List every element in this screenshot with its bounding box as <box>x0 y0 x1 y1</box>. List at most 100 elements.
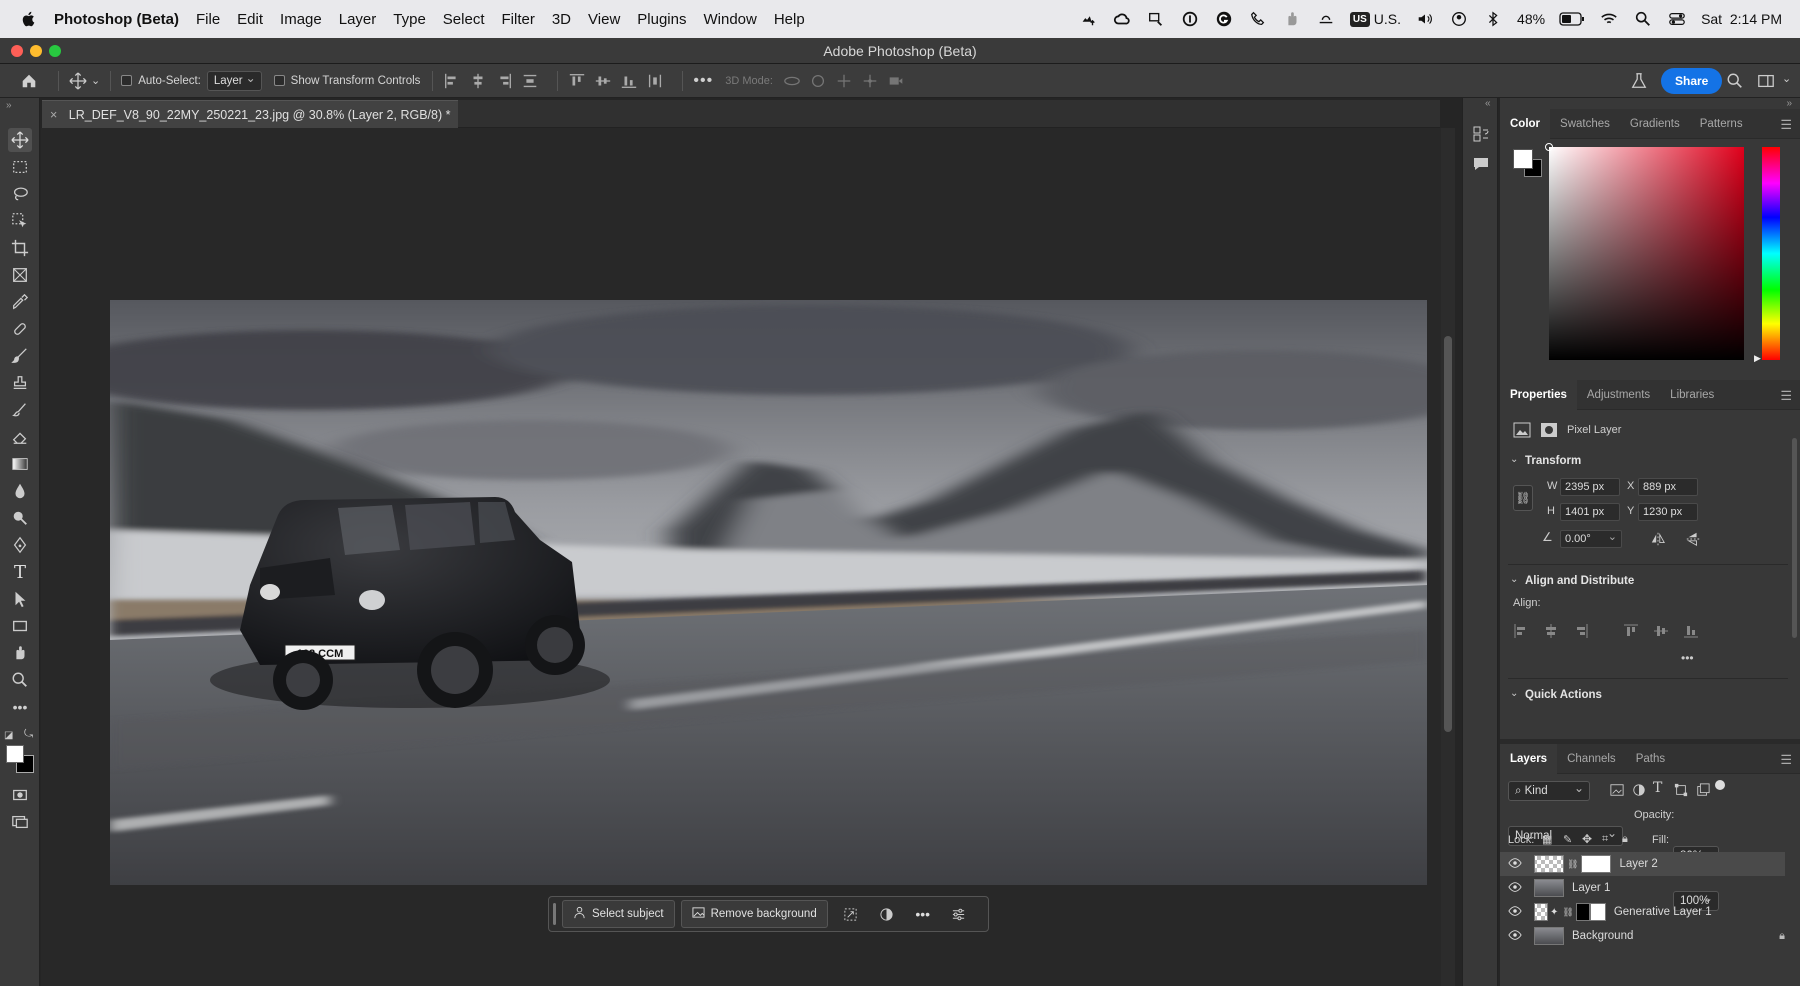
angle-chevron-icon[interactable]: ⌄ <box>1608 529 1617 545</box>
visibility-eye-icon[interactable] <box>1508 880 1524 897</box>
transform-section-title[interactable]: Transform <box>1525 455 1581 467</box>
filter-adjustment-icon[interactable] <box>1632 783 1646 800</box>
input-source-menu[interactable]: US U.S. <box>1349 11 1401 27</box>
distribute-vertical-icon[interactable] <box>521 72 539 90</box>
document-image[interactable]: 108 CCM <box>110 300 1427 885</box>
layer-locked-icon[interactable]: 🔒︎ <box>1779 930 1785 943</box>
pen-tool-icon[interactable] <box>8 533 32 557</box>
hue-slider[interactable] <box>1762 147 1780 360</box>
quick-mask-icon[interactable] <box>8 783 32 807</box>
menu-file[interactable]: File <box>196 11 220 28</box>
close-window-button[interactable] <box>11 45 23 57</box>
mask-link-icon[interactable]: ⛓ <box>1562 907 1573 918</box>
workspace-chevron-icon[interactable]: ⌄ <box>1782 72 1791 85</box>
history-brush-tool-icon[interactable] <box>8 398 32 422</box>
screen-sync-icon[interactable] <box>1146 10 1166 28</box>
align-bottom-edges-icon[interactable] <box>620 72 638 90</box>
more-align-options-icon[interactable]: ••• <box>1681 651 1694 665</box>
tab-color[interactable]: Color <box>1500 108 1551 139</box>
auto-select-dropdown[interactable]: Layer <box>206 69 262 91</box>
width-field[interactable]: 2395 px <box>1560 478 1620 496</box>
menu-help[interactable]: Help <box>774 11 805 28</box>
angle-field[interactable]: 0.00° ⌄ <box>1560 530 1622 548</box>
lock-artboard-icon[interactable]: ⌗ <box>1602 833 1608 846</box>
layer-row-layer-1[interactable]: Layer 1 <box>1500 876 1785 900</box>
filter-toggle-icon[interactable] <box>1715 780 1725 790</box>
height-field[interactable]: 1401 px <box>1560 503 1620 521</box>
eraser-tool-icon[interactable] <box>8 425 32 449</box>
flip-vertical-icon[interactable] <box>1685 531 1701 550</box>
visibility-eye-icon[interactable] <box>1508 904 1524 921</box>
distribute-horizontal-icon[interactable] <box>646 72 664 90</box>
align-horizontal-centers-icon[interactable] <box>469 72 487 90</box>
transform-chevron-icon[interactable]: ⌄ <box>1510 454 1518 465</box>
tab-gradients[interactable]: Gradients <box>1620 109 1690 139</box>
frame-tool-icon[interactable] <box>8 263 32 287</box>
taskbar-drag-handle[interactable] <box>553 903 556 925</box>
screen-mode-icon[interactable] <box>8 810 32 834</box>
menu-plugins[interactable]: Plugins <box>637 11 686 28</box>
filter-shape-icon[interactable] <box>1674 783 1688 800</box>
lock-position-icon[interactable]: ✥ <box>1582 832 1592 846</box>
grammarly-icon[interactable] <box>1214 10 1234 28</box>
show-transform-checkbox[interactable] <box>273 75 285 86</box>
rectangle-tool-icon[interactable] <box>8 614 32 638</box>
spotlight-search-icon[interactable] <box>1633 10 1653 28</box>
layers-menu-icon[interactable]: ☰ <box>1780 752 1792 768</box>
battery-icon[interactable] <box>1559 10 1585 28</box>
chevron-down-icon[interactable]: ⌄ <box>91 74 100 87</box>
history-panel-icon[interactable] <box>1471 124 1491 147</box>
layer-name[interactable]: Layer 1 <box>1572 882 1610 894</box>
creative-cloud-upload-icon[interactable] <box>1078 10 1098 28</box>
comments-panel-icon[interactable] <box>1471 154 1491 177</box>
home-icon[interactable] <box>20 72 38 90</box>
hand-tool-icon[interactable] <box>8 641 32 665</box>
crop-tool-icon[interactable] <box>8 236 32 260</box>
more-actions-icon[interactable]: ••• <box>910 901 936 927</box>
color-panel-foreground-swatch[interactable] <box>1513 149 1533 169</box>
user-account-icon[interactable] <box>1449 10 1469 28</box>
auto-select-checkbox[interactable] <box>121 75 133 86</box>
tab-properties[interactable]: Properties <box>1500 379 1577 410</box>
collapse-dock-icon[interactable]: » <box>1786 98 1792 109</box>
visibility-eye-icon[interactable] <box>1508 856 1524 873</box>
layer-row-generative-layer-1[interactable]: ✦ ⛓ Generative Layer 1 <box>1500 900 1785 924</box>
x-field[interactable]: 889 px <box>1638 478 1698 496</box>
layer-mask-thumbnail[interactable] <box>1575 903 1590 921</box>
phone-icon[interactable] <box>1248 10 1268 28</box>
properties-menu-icon[interactable]: ☰ <box>1780 388 1792 404</box>
marquee-tool-icon[interactable] <box>8 155 32 179</box>
close-document-icon[interactable]: × <box>50 108 57 122</box>
properties-scrollbar[interactable] <box>1792 438 1797 638</box>
flip-horizontal-icon[interactable] <box>1650 531 1666 550</box>
gradient-tool-icon[interactable] <box>8 452 32 476</box>
link-dimensions-icon[interactable]: ⛓ <box>1513 485 1533 511</box>
lasso-tool-icon[interactable] <box>8 182 32 206</box>
tab-swatches[interactable]: Swatches <box>1550 109 1620 139</box>
menu-edit[interactable]: Edit <box>237 11 263 28</box>
menu-3d[interactable]: 3D <box>552 11 571 28</box>
lock-all-icon[interactable]: 🔒︎ <box>1622 833 1628 846</box>
layer-name[interactable]: Background <box>1572 930 1633 942</box>
healing-brush-tool-icon[interactable] <box>8 317 32 341</box>
eyedropper-tool-icon[interactable] <box>8 290 32 314</box>
lock-image-icon[interactable]: ✎ <box>1563 833 1572 846</box>
tab-layers[interactable]: Layers <box>1500 743 1558 774</box>
color-field[interactable] <box>1545 143 1744 360</box>
weather-icon[interactable] <box>1316 10 1336 28</box>
password-manager-icon[interactable] <box>1180 10 1200 28</box>
menu-window[interactable]: Window <box>703 11 756 28</box>
clone-stamp-tool-icon[interactable] <box>8 371 32 395</box>
volume-icon[interactable] <box>1415 10 1435 28</box>
panel-menu-icon[interactable]: ☰ <box>1780 117 1792 133</box>
tab-adjustments[interactable]: Adjustments <box>1577 380 1660 410</box>
transform-selection-icon[interactable] <box>838 901 864 927</box>
align-chevron-icon[interactable]: ⌄ <box>1510 574 1518 585</box>
layer-row-background[interactable]: Background 🔒︎ <box>1500 924 1785 948</box>
layer-mask-thumbnail[interactable] <box>1581 855 1612 873</box>
tab-libraries[interactable]: Libraries <box>1660 380 1724 410</box>
filter-type-icon[interactable]: T <box>1653 780 1662 796</box>
select-subject-button[interactable]: Select subject <box>562 900 675 928</box>
bluetooth-icon[interactable] <box>1483 10 1503 28</box>
align-section-title[interactable]: Align and Distribute <box>1525 575 1634 587</box>
